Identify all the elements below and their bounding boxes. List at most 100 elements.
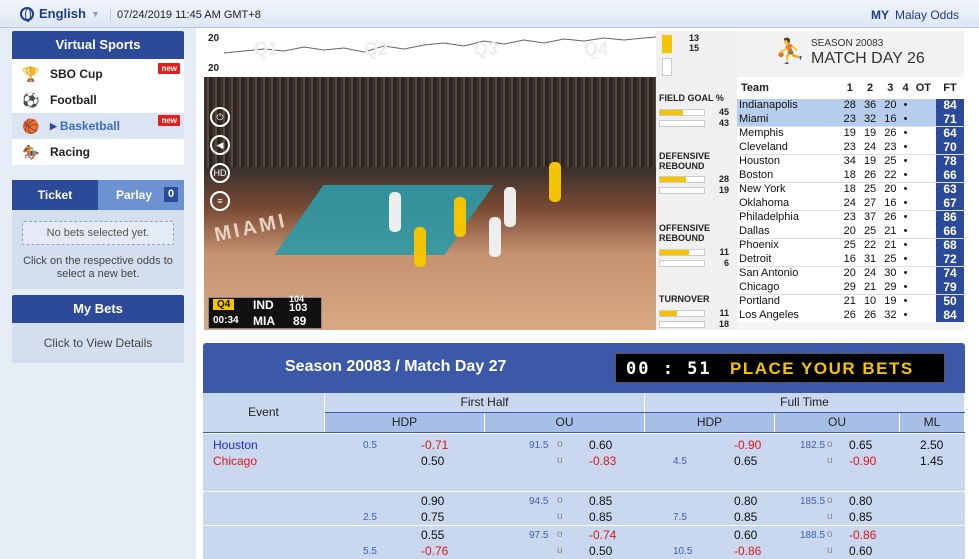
player	[549, 162, 561, 202]
stats-icon[interactable]: ≡	[210, 191, 230, 211]
stat-score-top: 13	[688, 33, 699, 43]
over-label: o	[827, 439, 833, 450]
odds-value[interactable]: 0.85	[589, 510, 612, 524]
under-label: u	[557, 545, 563, 556]
hdp-line: 2.5	[363, 512, 377, 523]
top-bar: English ▼ 07/24/2019 11:45 AM GMT+8 MY Ma…	[0, 0, 979, 28]
sidebar-item-basketball[interactable]: 🏀 ▶ Basketball new	[12, 113, 184, 139]
final-score: 71	[936, 112, 964, 127]
ot-score	[910, 294, 936, 309]
odds-value[interactable]: 0.65	[734, 454, 757, 468]
team-name: Los Angeles	[739, 308, 799, 321]
odds-value[interactable]: -0.90	[849, 454, 876, 468]
betting-market: Season 20083 / Match Day 27 00 : 51 PLAC…	[203, 343, 965, 559]
power-icon[interactable]: ⏻	[210, 107, 230, 127]
team-name: Portland	[737, 294, 840, 309]
chevron-down-icon: ▼	[90, 8, 100, 19]
odds-value[interactable]: 0.50	[421, 454, 444, 468]
home-color-swatch	[662, 35, 672, 53]
odds-value[interactable]: 0.80	[849, 494, 872, 508]
odds-value[interactable]: 0.60	[734, 528, 757, 542]
sidebar-item-football[interactable]: ⚽ Football	[12, 87, 184, 113]
team-away[interactable]: Chicago	[213, 454, 257, 468]
odds-value[interactable]: 1.45	[920, 454, 943, 468]
ou-line: 97.5	[529, 530, 549, 541]
odds-value[interactable]: 0.85	[589, 494, 612, 508]
hd-icon[interactable]: HD	[210, 163, 230, 183]
virtual-sports-title: Virtual Sports	[12, 31, 184, 59]
new-badge: new	[158, 115, 180, 126]
under-label: u	[557, 455, 563, 466]
odds-row: Houston Chicago 0.5 -0.71 0.50 91.5 0.60 -0.83 4…	[203, 433, 965, 491]
quarter-score: 21	[884, 224, 897, 237]
odds-value[interactable]: 0.90	[421, 494, 444, 508]
quarter-score: •	[900, 266, 911, 281]
odds-value[interactable]: 0.80	[734, 494, 757, 508]
sidebar-item-sbo-cup[interactable]: 🏆 SBO Cup new	[12, 61, 184, 87]
stat-value-away: 18	[718, 319, 729, 329]
score-graph: 20 20 Q1 Q2 Q3 Q4	[204, 31, 656, 77]
quarter-score: 19	[859, 154, 881, 169]
odds-value[interactable]: 0.75	[421, 510, 444, 524]
quarter-score: •	[900, 126, 911, 141]
under-label: u	[827, 545, 833, 556]
quarter-score: 36	[859, 99, 881, 113]
language-selector[interactable]: English ▼	[20, 6, 100, 22]
quarter-score: 29	[884, 280, 897, 293]
view-details-link[interactable]: Click to View Details	[12, 323, 184, 363]
quarter-label: Q4	[213, 299, 235, 310]
stat-value-home: 11	[719, 247, 729, 257]
col-ft: FT	[936, 77, 964, 99]
odds-type-selector[interactable]: MY Malay Odds	[871, 8, 959, 22]
odds-value[interactable]: 0.60	[589, 438, 612, 452]
quarter-score: 21	[839, 294, 860, 309]
odds-value[interactable]: -0.76	[421, 544, 448, 558]
tab-parlay[interactable]: Parlay 0	[98, 180, 184, 210]
team-home[interactable]: Houston	[213, 438, 258, 452]
team-name: Detroit	[739, 252, 772, 265]
sidebar: Virtual Sports 🏆 SBO Cup new ⚽ Football …	[0, 28, 196, 559]
tab-ticket[interactable]: Ticket	[12, 180, 98, 210]
odds-value[interactable]: 0.55	[421, 528, 444, 542]
stat-value-home: 28	[718, 174, 729, 184]
player	[504, 187, 516, 227]
team-name: Memphis	[737, 126, 840, 141]
odds-value[interactable]: -0.83	[589, 454, 616, 468]
odds-value[interactable]: -0.74	[589, 528, 616, 542]
quarter-score: 32	[884, 308, 897, 321]
odds-value[interactable]: -0.71	[421, 438, 448, 452]
odds-value[interactable]: 2.50	[920, 438, 943, 452]
game-clock: 00:34	[213, 315, 239, 326]
live-video[interactable]: 20 20 Q1 Q2 Q3 Q4 MIAMI ⏻ ◀ HD ≡ Q4 00:3…	[204, 31, 656, 330]
results-match-day: MATCH DAY 26	[811, 50, 925, 67]
ot-score	[910, 238, 936, 253]
odds-value[interactable]: -0.86	[849, 528, 876, 542]
ot-score	[910, 99, 936, 113]
ot-score	[910, 154, 936, 169]
odds-value[interactable]: 0.60	[849, 544, 872, 558]
results-row: Indianapolis 28 36 20 • 84	[737, 98, 964, 113]
final-score: 50	[936, 294, 964, 309]
col-ml: ML	[900, 413, 965, 432]
odds-value[interactable]: 0.85	[849, 510, 872, 524]
countdown-timer: 00 : 51 PLACE YOUR BETS	[615, 353, 945, 383]
odds-value[interactable]: 0.65	[849, 438, 872, 452]
sidebar-item-racing[interactable]: 🏇 Racing	[12, 139, 184, 165]
volume-icon[interactable]: ◀	[210, 135, 230, 155]
quarter-score: 26	[843, 308, 856, 321]
odds-value[interactable]: -0.86	[734, 544, 761, 558]
results-row: Detroit 16 31 25 • 72	[737, 252, 964, 267]
my-label: MY	[870, 8, 889, 22]
final-score: 63	[936, 182, 964, 197]
quarter-score: 27	[863, 196, 877, 209]
graph-bottom-label: 20	[208, 63, 220, 74]
odds-value[interactable]: 0.85	[734, 510, 757, 524]
stats-panel: 13 15 FIELD GOAL % 45 43 DEFENSIVE REBOU…	[656, 31, 737, 330]
stat-fill	[660, 311, 677, 316]
col-fh-ou: OU	[485, 413, 645, 432]
odds-value[interactable]: -0.90	[734, 438, 761, 452]
stat-bar-away	[659, 187, 705, 194]
quarter-score: •	[900, 112, 911, 127]
odds-value[interactable]: 0.50	[589, 544, 612, 558]
scorebug: Q4 00:34 IND 104 103 MIA 89	[208, 294, 322, 329]
